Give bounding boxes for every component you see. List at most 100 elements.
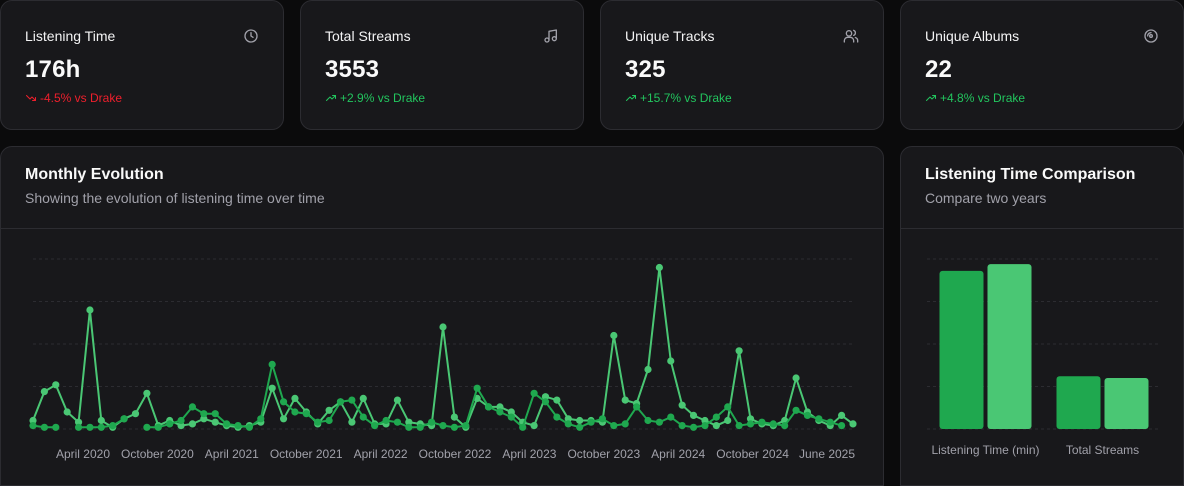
data-point[interactable] [530,422,538,430]
data-point[interactable] [291,408,299,416]
data-point[interactable] [519,423,527,431]
data-point[interactable] [200,410,208,418]
data-point[interactable] [792,406,800,414]
data-point[interactable] [336,398,345,406]
data-point[interactable] [815,415,823,423]
data-point[interactable] [724,403,732,411]
data-point[interactable] [610,331,618,340]
data-point[interactable] [484,403,493,411]
data-point[interactable] [576,423,584,431]
data-point[interactable] [268,384,276,392]
data-point[interactable] [462,422,470,430]
data-point[interactable] [735,347,743,355]
data-point[interactable] [838,422,846,430]
data-point[interactable] [257,415,265,423]
data-point[interactable] [359,394,367,402]
data-point[interactable] [154,423,162,431]
data-point[interactable] [86,423,94,431]
data-point[interactable] [393,418,402,426]
data-point[interactable] [450,413,458,421]
data-point[interactable] [621,396,629,404]
data-point[interactable] [724,416,732,425]
data-point[interactable] [143,423,151,431]
data-point[interactable] [188,403,197,411]
data-point[interactable] [473,384,481,392]
data-point[interactable] [553,396,561,404]
data-point[interactable] [371,422,379,430]
data-point[interactable] [359,413,367,421]
data-point[interactable] [587,418,595,426]
data-point[interactable] [74,423,83,431]
data-point[interactable] [667,413,675,421]
data-point[interactable] [439,323,447,331]
data-point[interactable] [177,416,185,425]
data-point[interactable] [131,410,140,418]
data-point[interactable] [610,422,618,430]
data-point[interactable] [52,381,60,389]
data-point[interactable] [781,422,789,430]
data-point[interactable] [792,374,800,382]
data-point[interactable] [701,422,709,430]
data-point[interactable] [416,423,424,431]
data-point[interactable] [655,263,663,272]
data-point[interactable] [279,415,288,423]
data-point[interactable] [541,398,550,406]
data-point[interactable] [393,396,402,404]
data-point[interactable] [348,396,356,404]
data-point[interactable] [655,418,663,426]
data-point[interactable] [52,423,60,431]
data-point[interactable] [40,388,48,396]
data-point[interactable] [598,415,607,423]
data-point[interactable] [291,394,299,402]
data-point[interactable] [667,357,675,365]
data-point[interactable] [86,306,94,314]
data-point[interactable] [689,423,698,431]
data-point[interactable] [40,423,48,431]
bar[interactable] [939,270,984,429]
data-point[interactable] [97,416,105,425]
data-point[interactable] [211,418,219,426]
data-point[interactable] [838,411,846,419]
data-point[interactable] [689,411,698,419]
data-point[interactable] [849,420,857,428]
bar[interactable] [987,264,1032,429]
bar[interactable] [1056,376,1101,429]
data-point[interactable] [746,420,755,428]
data-point[interactable] [348,418,356,426]
data-point[interactable] [382,416,390,425]
data-point[interactable] [530,389,538,397]
data-point[interactable] [143,389,151,397]
data-point[interactable] [678,401,686,409]
data-point[interactable] [325,406,333,414]
data-point[interactable] [314,418,322,426]
data-point[interactable] [166,420,174,428]
data-point[interactable] [223,420,231,428]
data-point[interactable] [63,408,71,416]
data-point[interactable] [826,418,834,426]
data-point[interactable] [450,423,458,431]
data-point[interactable] [268,360,276,368]
data-point[interactable] [428,418,436,426]
data-point[interactable] [97,423,105,431]
data-point[interactable] [302,410,310,418]
data-point[interactable] [712,422,720,430]
data-point[interactable] [803,411,812,419]
comparison-bar-chart[interactable]: Listening Time (min) Total Streams [901,229,1184,486]
data-point[interactable] [439,422,447,430]
data-point[interactable] [712,413,720,421]
data-point[interactable] [245,423,253,431]
data-point[interactable] [758,418,766,426]
data-point[interactable] [621,420,629,428]
data-point[interactable] [29,422,37,430]
bar[interactable] [1104,378,1149,429]
data-point[interactable] [496,408,504,416]
data-point[interactable] [553,413,561,421]
data-point[interactable] [678,422,686,430]
data-point[interactable] [279,398,288,406]
data-point[interactable] [564,420,572,428]
data-point[interactable] [507,413,515,421]
data-point[interactable] [576,416,584,425]
data-point[interactable] [188,420,197,428]
data-point[interactable] [234,422,242,430]
data-point[interactable] [325,416,333,425]
